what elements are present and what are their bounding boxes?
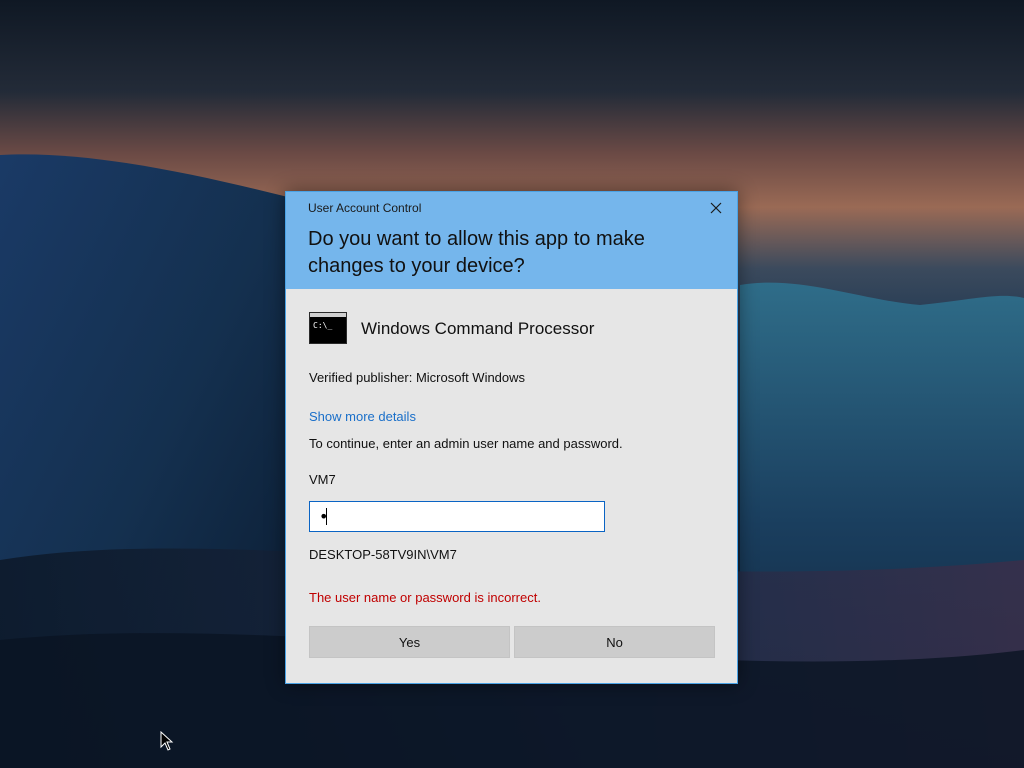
command-prompt-icon-text: C:\_ <box>313 321 332 330</box>
uac-header: User Account Control Do you want to allo… <box>286 192 737 289</box>
text-caret <box>326 508 327 525</box>
uac-dialog: User Account Control Do you want to allo… <box>285 191 738 684</box>
admin-username: VM7 <box>309 472 336 487</box>
yes-button[interactable]: Yes <box>309 626 510 658</box>
admin-instructions: To continue, enter an admin user name an… <box>309 436 623 451</box>
desktop: User Account Control Do you want to allo… <box>0 0 1024 768</box>
no-button[interactable]: No <box>514 626 715 658</box>
mouse-pointer-icon <box>160 731 174 751</box>
error-message: The user name or password is incorrect. <box>309 590 541 605</box>
domain-username: DESKTOP-58TV9IN\VM7 <box>309 547 457 562</box>
show-more-details-link[interactable]: Show more details <box>309 409 416 424</box>
close-button[interactable] <box>699 194 733 222</box>
uac-body: C:\_ Windows Command Processor Verified … <box>286 289 737 683</box>
command-prompt-icon: C:\_ <box>309 312 347 344</box>
consent-question: Do you want to allow this app to make ch… <box>308 228 645 277</box>
verified-publisher: Verified publisher: Microsoft Windows <box>309 370 526 385</box>
app-name: Windows Command Processor <box>361 319 595 338</box>
password-field[interactable] <box>309 501 605 532</box>
dialog-title: User Account Control <box>308 201 422 215</box>
close-icon <box>710 202 722 214</box>
